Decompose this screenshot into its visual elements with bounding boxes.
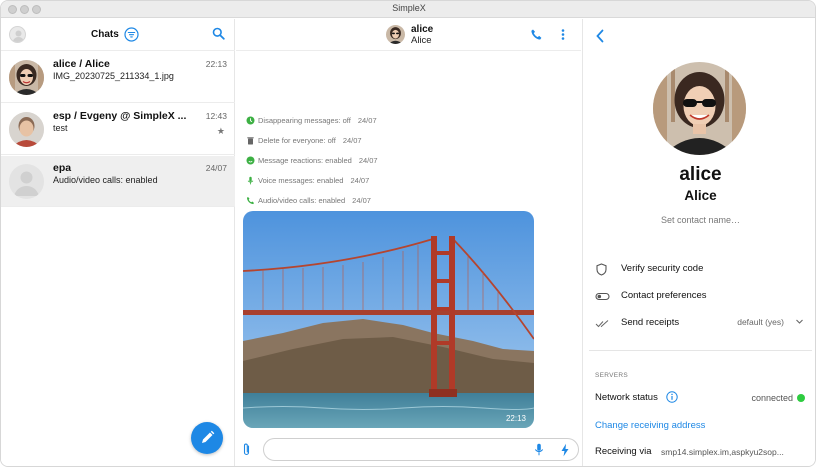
feature-time: 24/07 <box>342 136 362 145</box>
connected-status-dot <box>797 394 805 402</box>
filter-icon[interactable] <box>124 27 139 45</box>
phone-icon <box>247 197 254 205</box>
info-icon[interactable] <box>666 391 678 406</box>
servers-section-label: SERVERS <box>595 372 629 379</box>
chat-preview: test <box>53 123 68 133</box>
new-chat-button[interactable] <box>191 422 223 454</box>
chat-list-panel: Chats alice / Alice IMG_20230725_211334_… <box>1 19 235 466</box>
chat-time: 22:13 <box>205 59 227 69</box>
chat-list-item-esp[interactable]: esp / Evgeny @ SimpleX ... test 12:43 ★ <box>1 104 235 155</box>
timer-icon <box>246 116 255 125</box>
row-label: Verify security code <box>621 263 704 274</box>
chevron-down-icon[interactable] <box>795 317 804 329</box>
conversation-header[interactable]: alice Alice <box>236 19 581 51</box>
toggle-icon <box>595 290 610 306</box>
chat-list-item-alice[interactable]: alice / Alice IMG_20230725_211334_1.jpg … <box>1 52 235 103</box>
phone-icon[interactable] <box>530 28 543 44</box>
conversation-panel: alice Alice Disappearing messages: off 2… <box>236 19 581 466</box>
avatar <box>9 164 44 199</box>
contact-preferences-row[interactable]: Contact preferences <box>583 287 815 306</box>
feature-text: Disappearing messages: off <box>258 116 351 125</box>
favorite-star-icon: ★ <box>216 126 225 136</box>
window-title: SimpleX <box>392 3 426 13</box>
chat-name: alice / Alice <box>53 58 110 70</box>
feature-event: Audio/video calls: enabled 24/07 <box>246 196 371 205</box>
contact-avatar[interactable] <box>653 62 746 155</box>
change-receiving-address-link[interactable]: Change receiving address <box>595 420 705 431</box>
chat-list-header: Chats <box>1 19 235 51</box>
chat-name: esp / Evgeny @ SimpleX ... <box>53 110 187 122</box>
feature-event: Message reactions: enabled 24/07 <box>246 156 378 165</box>
feature-text: Voice messages: enabled <box>258 176 344 185</box>
feature-event: Disappearing messages: off 24/07 <box>246 116 377 125</box>
paperclip-icon[interactable] <box>241 442 252 460</box>
divider <box>589 350 812 351</box>
back-chevron-icon[interactable] <box>595 29 605 46</box>
chat-time: 24/07 <box>205 163 227 173</box>
message-input[interactable] <box>263 438 579 461</box>
chat-preview: Audio/video calls: enabled <box>53 175 158 185</box>
chat-time: 12:43 <box>205 111 227 121</box>
bridge-photo <box>243 211 534 428</box>
send-receipts-row[interactable]: Send receipts default (yes) <box>583 314 815 333</box>
feature-time: 24/07 <box>358 156 378 165</box>
chats-title: Chats <box>91 29 119 40</box>
pencil-icon <box>202 430 215 443</box>
smile-icon <box>246 156 255 165</box>
feature-time: 24/07 <box>357 116 377 125</box>
app-window: SimpleX Chats alice / Alice IMG_20230725… <box>0 0 816 467</box>
shield-icon <box>595 263 608 279</box>
avatar <box>9 112 44 147</box>
row-label: Send receipts <box>621 317 680 328</box>
contact-full-name: Alice <box>684 188 717 203</box>
title-bar: SimpleX <box>1 1 815 18</box>
user-profile-icon[interactable] <box>9 26 26 43</box>
double-check-icon <box>595 317 610 333</box>
trash-icon <box>247 137 254 145</box>
contact-display-name: alice <box>679 164 722 185</box>
contact-name: alice <box>411 24 434 35</box>
feature-text: Delete for everyone: off <box>258 136 336 145</box>
row-label: Contact preferences <box>621 290 707 301</box>
mic-icon <box>247 176 254 185</box>
chat-list-item-epa[interactable]: epa Audio/video calls: enabled 24/07 <box>1 156 235 207</box>
contact-full-name: Alice <box>411 35 432 46</box>
feature-event: Delete for everyone: off 24/07 <box>246 136 362 145</box>
feature-text: Audio/video calls: enabled <box>258 196 346 205</box>
more-options-icon[interactable] <box>560 28 566 44</box>
feature-text: Message reactions: enabled <box>258 156 352 165</box>
chat-preview: IMG_20230725_211334_1.jpg <box>53 71 174 81</box>
live-message-bolt-icon[interactable] <box>560 443 570 460</box>
voice-message-icon[interactable] <box>534 443 544 460</box>
set-contact-name-link[interactable]: Set contact name… <box>583 215 815 225</box>
avatar <box>386 25 405 44</box>
chat-name: epa <box>53 162 72 174</box>
image-message[interactable]: 22:13 <box>243 211 534 428</box>
network-status-label: Network status <box>595 392 658 403</box>
avatar <box>9 60 44 95</box>
network-status-value: connected <box>751 393 793 403</box>
send-receipts-value: default (yes) <box>737 317 784 327</box>
feature-time: 24/07 <box>350 176 370 185</box>
message-time: 22:13 <box>505 414 526 423</box>
search-icon[interactable] <box>212 27 225 43</box>
verify-security-code-row[interactable]: Verify security code <box>583 260 815 279</box>
contact-info-panel: alice Alice Set contact name… Verify sec… <box>582 19 815 466</box>
receiving-via-label: Receiving via <box>595 446 652 457</box>
feature-event: Voice messages: enabled 24/07 <box>246 176 369 185</box>
feature-time: 24/07 <box>352 196 371 205</box>
receiving-via-value: smp14.simplex.im,aspkyu2sop... <box>661 447 784 457</box>
